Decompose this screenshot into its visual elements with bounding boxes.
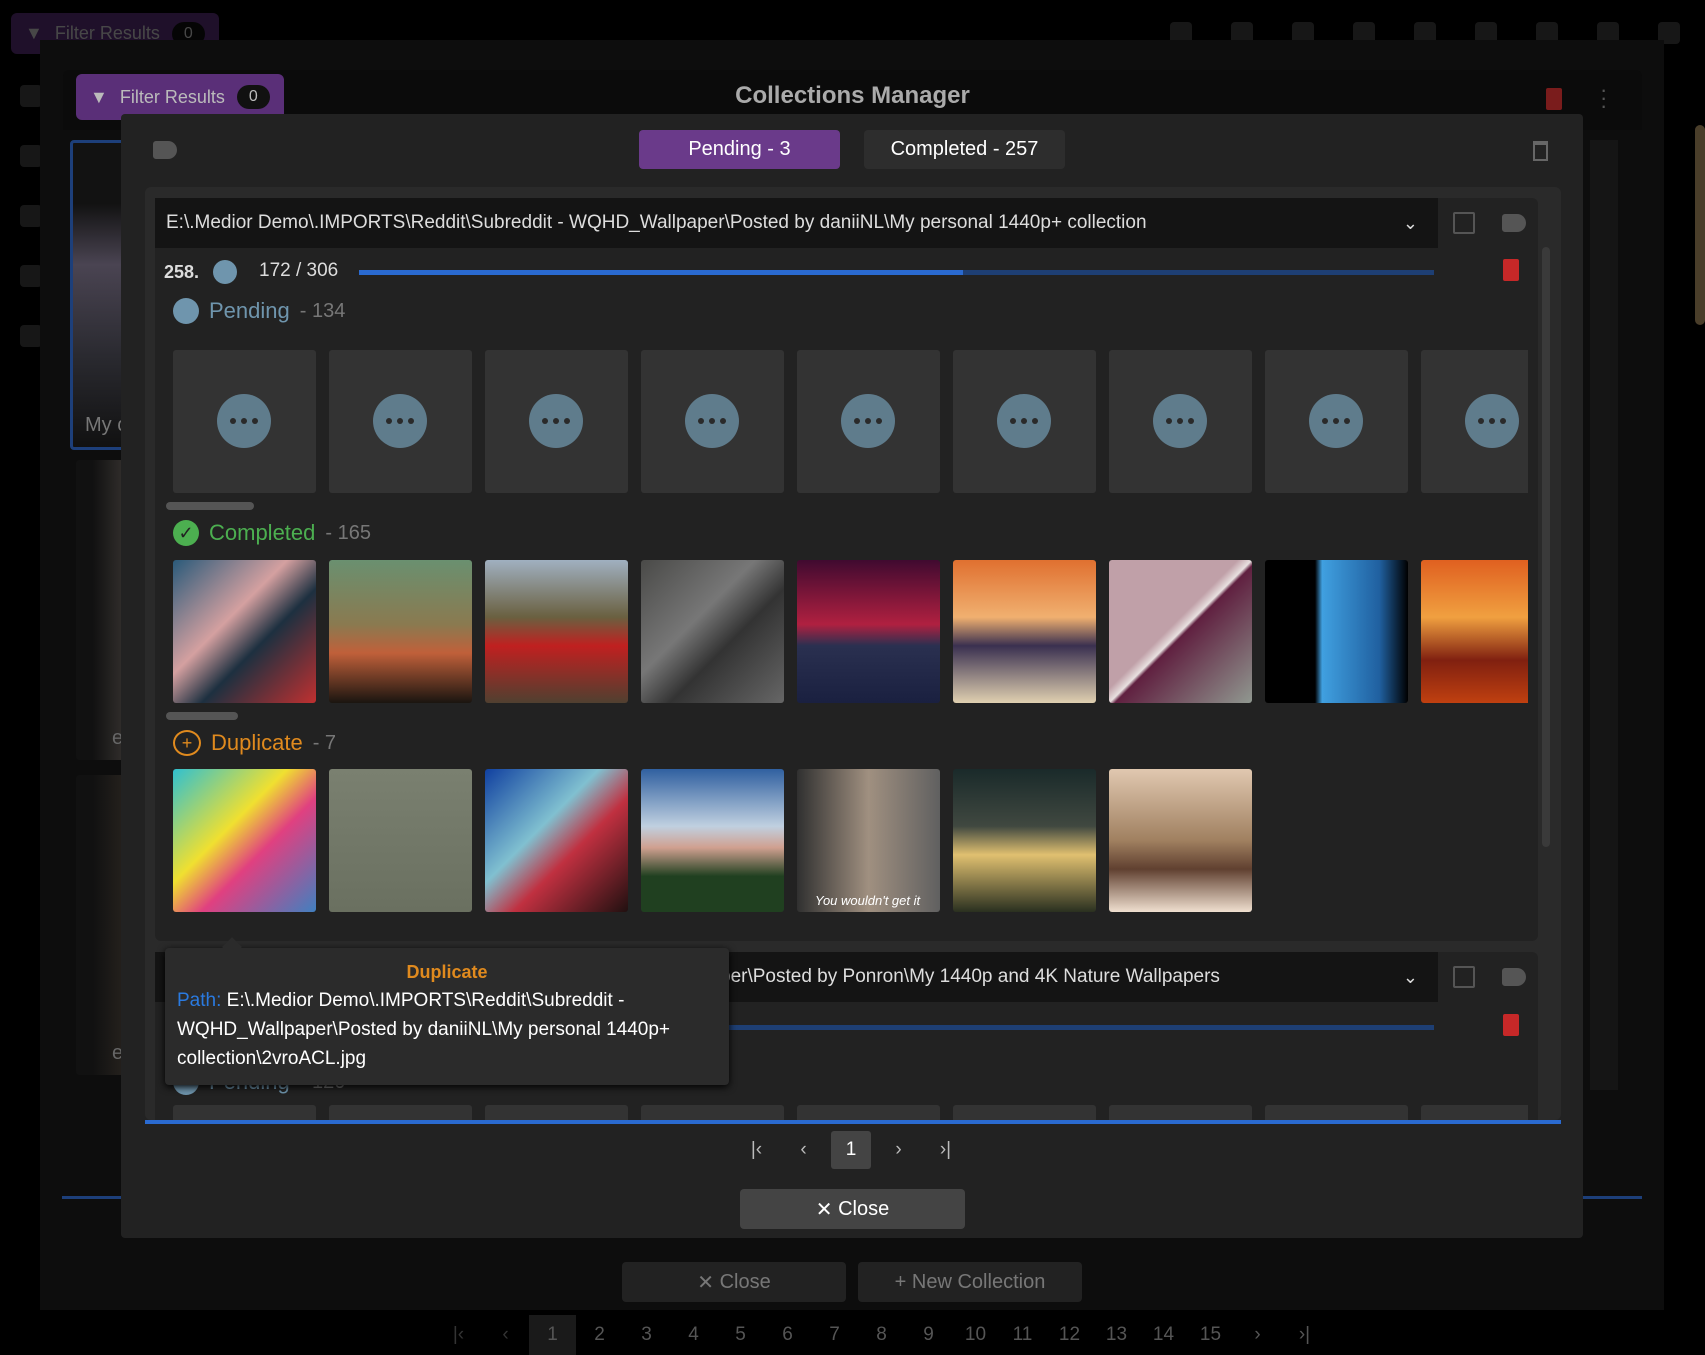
first-page-button[interactable]: |‹ [733, 1139, 780, 1161]
pending-icon [373, 394, 427, 448]
thumbnail-caption: You wouldn't get it [815, 893, 921, 908]
horizontal-scrollbar[interactable] [166, 502, 254, 510]
more-menu-icon[interactable]: · · · [1600, 79, 1607, 117]
pending-thumbnail[interactable] [1421, 1105, 1528, 1120]
pending-thumbnails [173, 1105, 1528, 1120]
thumbnail[interactable] [797, 560, 940, 703]
pending-thumbnails [173, 350, 1528, 493]
collection-card: E:\.Medior Demo\.IMPORTS\Reddit\Subreddi… [155, 198, 1538, 941]
pending-thumbnail[interactable] [797, 350, 940, 493]
delete-icon[interactable] [1503, 259, 1519, 281]
close-button[interactable]: ✕ Close [740, 1189, 965, 1229]
collection-path-dropdown[interactable]: E:\.Medior Demo\.IMPORTS\Reddit\Subreddi… [155, 198, 1438, 248]
thumbnail[interactable] [1421, 560, 1528, 703]
page-button[interactable]: 1 [831, 1131, 871, 1169]
pending-thumbnail[interactable] [173, 350, 316, 493]
tag-icon[interactable] [153, 141, 177, 159]
thumbnail[interactable] [485, 769, 628, 912]
duplicate-tooltip: Duplicate Path: E:\.Medior Demo\.IMPORTS… [165, 937, 729, 1085]
thumbnail[interactable] [1109, 560, 1252, 703]
thumbnail[interactable] [173, 560, 316, 703]
bg-sidebar [20, 85, 42, 347]
tag-icon [20, 205, 42, 227]
pending-icon [217, 394, 271, 448]
pending-thumbnail[interactable] [1265, 1105, 1408, 1120]
thumbnail[interactable] [329, 769, 472, 912]
delete-icon[interactable] [1546, 88, 1562, 110]
thumbnail[interactable] [329, 560, 472, 703]
thumbnail[interactable] [953, 769, 1096, 912]
pending-icon [1465, 394, 1519, 448]
pending-thumbnail[interactable] [329, 1105, 472, 1120]
bg-right-cards [1590, 140, 1618, 1090]
manager-title: Collections Manager [735, 82, 970, 109]
chevron-down-icon: ⌄ [1402, 966, 1418, 987]
delete-icon[interactable] [1503, 1014, 1519, 1036]
pending-thumbnail[interactable] [485, 350, 628, 493]
bg-close-button: ✕ Close [622, 1262, 846, 1302]
pending-icon [1153, 394, 1207, 448]
images-icon[interactable] [1453, 212, 1475, 234]
thumbnail[interactable] [173, 769, 316, 912]
pending-icon [529, 394, 583, 448]
images-icon [20, 265, 42, 287]
pending-thumbnail[interactable] [953, 1105, 1096, 1120]
bg-pagination: |‹ ‹ 1 2 3 4 5 6 7 8 9 10 11 12 13 14 15 › ›| [435, 1315, 1328, 1355]
thumbnail[interactable]: You wouldn't get it [797, 769, 940, 912]
pending-icon [997, 394, 1051, 448]
pending-thumbnail[interactable] [953, 350, 1096, 493]
prev-page-button[interactable]: ‹ [780, 1139, 827, 1161]
pending-thumbnail[interactable] [641, 350, 784, 493]
check-circle-icon: ✓ [173, 520, 199, 546]
pending-icon [685, 394, 739, 448]
duplicate-thumbnails: You wouldn't get it [173, 769, 1528, 912]
next-page-button[interactable]: › [875, 1139, 922, 1161]
bg-scrollbar[interactable] [1695, 125, 1705, 325]
bg-new-collection-button: + New Collection [858, 1262, 1082, 1302]
horizontal-scrollbar[interactable] [166, 712, 238, 720]
chevron-down-icon: ⌄ [1402, 212, 1418, 233]
pending-status-icon [213, 260, 237, 284]
last-page-button[interactable]: ›| [922, 1139, 969, 1161]
progress-fill [359, 270, 964, 275]
pending-thumbnail[interactable] [329, 350, 472, 493]
completed-thumbnails [173, 560, 1528, 703]
pending-thumbnail[interactable] [1265, 350, 1408, 493]
pending-thumbnail[interactable] [173, 1105, 316, 1120]
completed-section-header: ✓ Completed - 165 [173, 520, 371, 546]
pending-thumbnail[interactable] [485, 1105, 628, 1120]
divider [145, 1120, 1561, 1124]
pending-thumbnail[interactable] [797, 1105, 940, 1120]
search-icon [20, 325, 42, 347]
pagination: |‹ ‹ 1 › ›| [733, 1131, 969, 1169]
thumbnail[interactable] [1265, 560, 1408, 703]
pending-icon [1309, 394, 1363, 448]
pending-thumbnail[interactable] [1421, 350, 1528, 493]
thumbnail[interactable] [1109, 769, 1252, 912]
pending-section-header: Pending - 134 [173, 298, 345, 324]
pending-thumbnail[interactable] [1109, 1105, 1252, 1120]
tab-completed[interactable]: Completed - 257 [864, 130, 1065, 169]
download-icon [20, 145, 42, 167]
tab-pending[interactable]: Pending - 3 [639, 130, 840, 169]
pending-thumbnail[interactable] [1109, 350, 1252, 493]
tag-icon[interactable] [1502, 968, 1526, 986]
pending-thumbnail[interactable] [641, 1105, 784, 1120]
pending-icon [173, 298, 199, 324]
duplicate-icon: + [173, 730, 201, 756]
trash-icon[interactable] [1533, 141, 1548, 161]
images-icon[interactable] [1453, 966, 1475, 988]
vertical-scrollbar[interactable] [1542, 247, 1550, 847]
thumbnail[interactable] [485, 560, 628, 703]
thumbnail[interactable] [641, 769, 784, 912]
tag-icon[interactable] [1502, 214, 1526, 232]
thumbnail[interactable] [641, 560, 784, 703]
thumbnail[interactable] [953, 560, 1096, 703]
pending-icon [841, 394, 895, 448]
duplicate-section-header: + Duplicate - 7 [173, 730, 336, 756]
progress-bar [359, 270, 1434, 275]
